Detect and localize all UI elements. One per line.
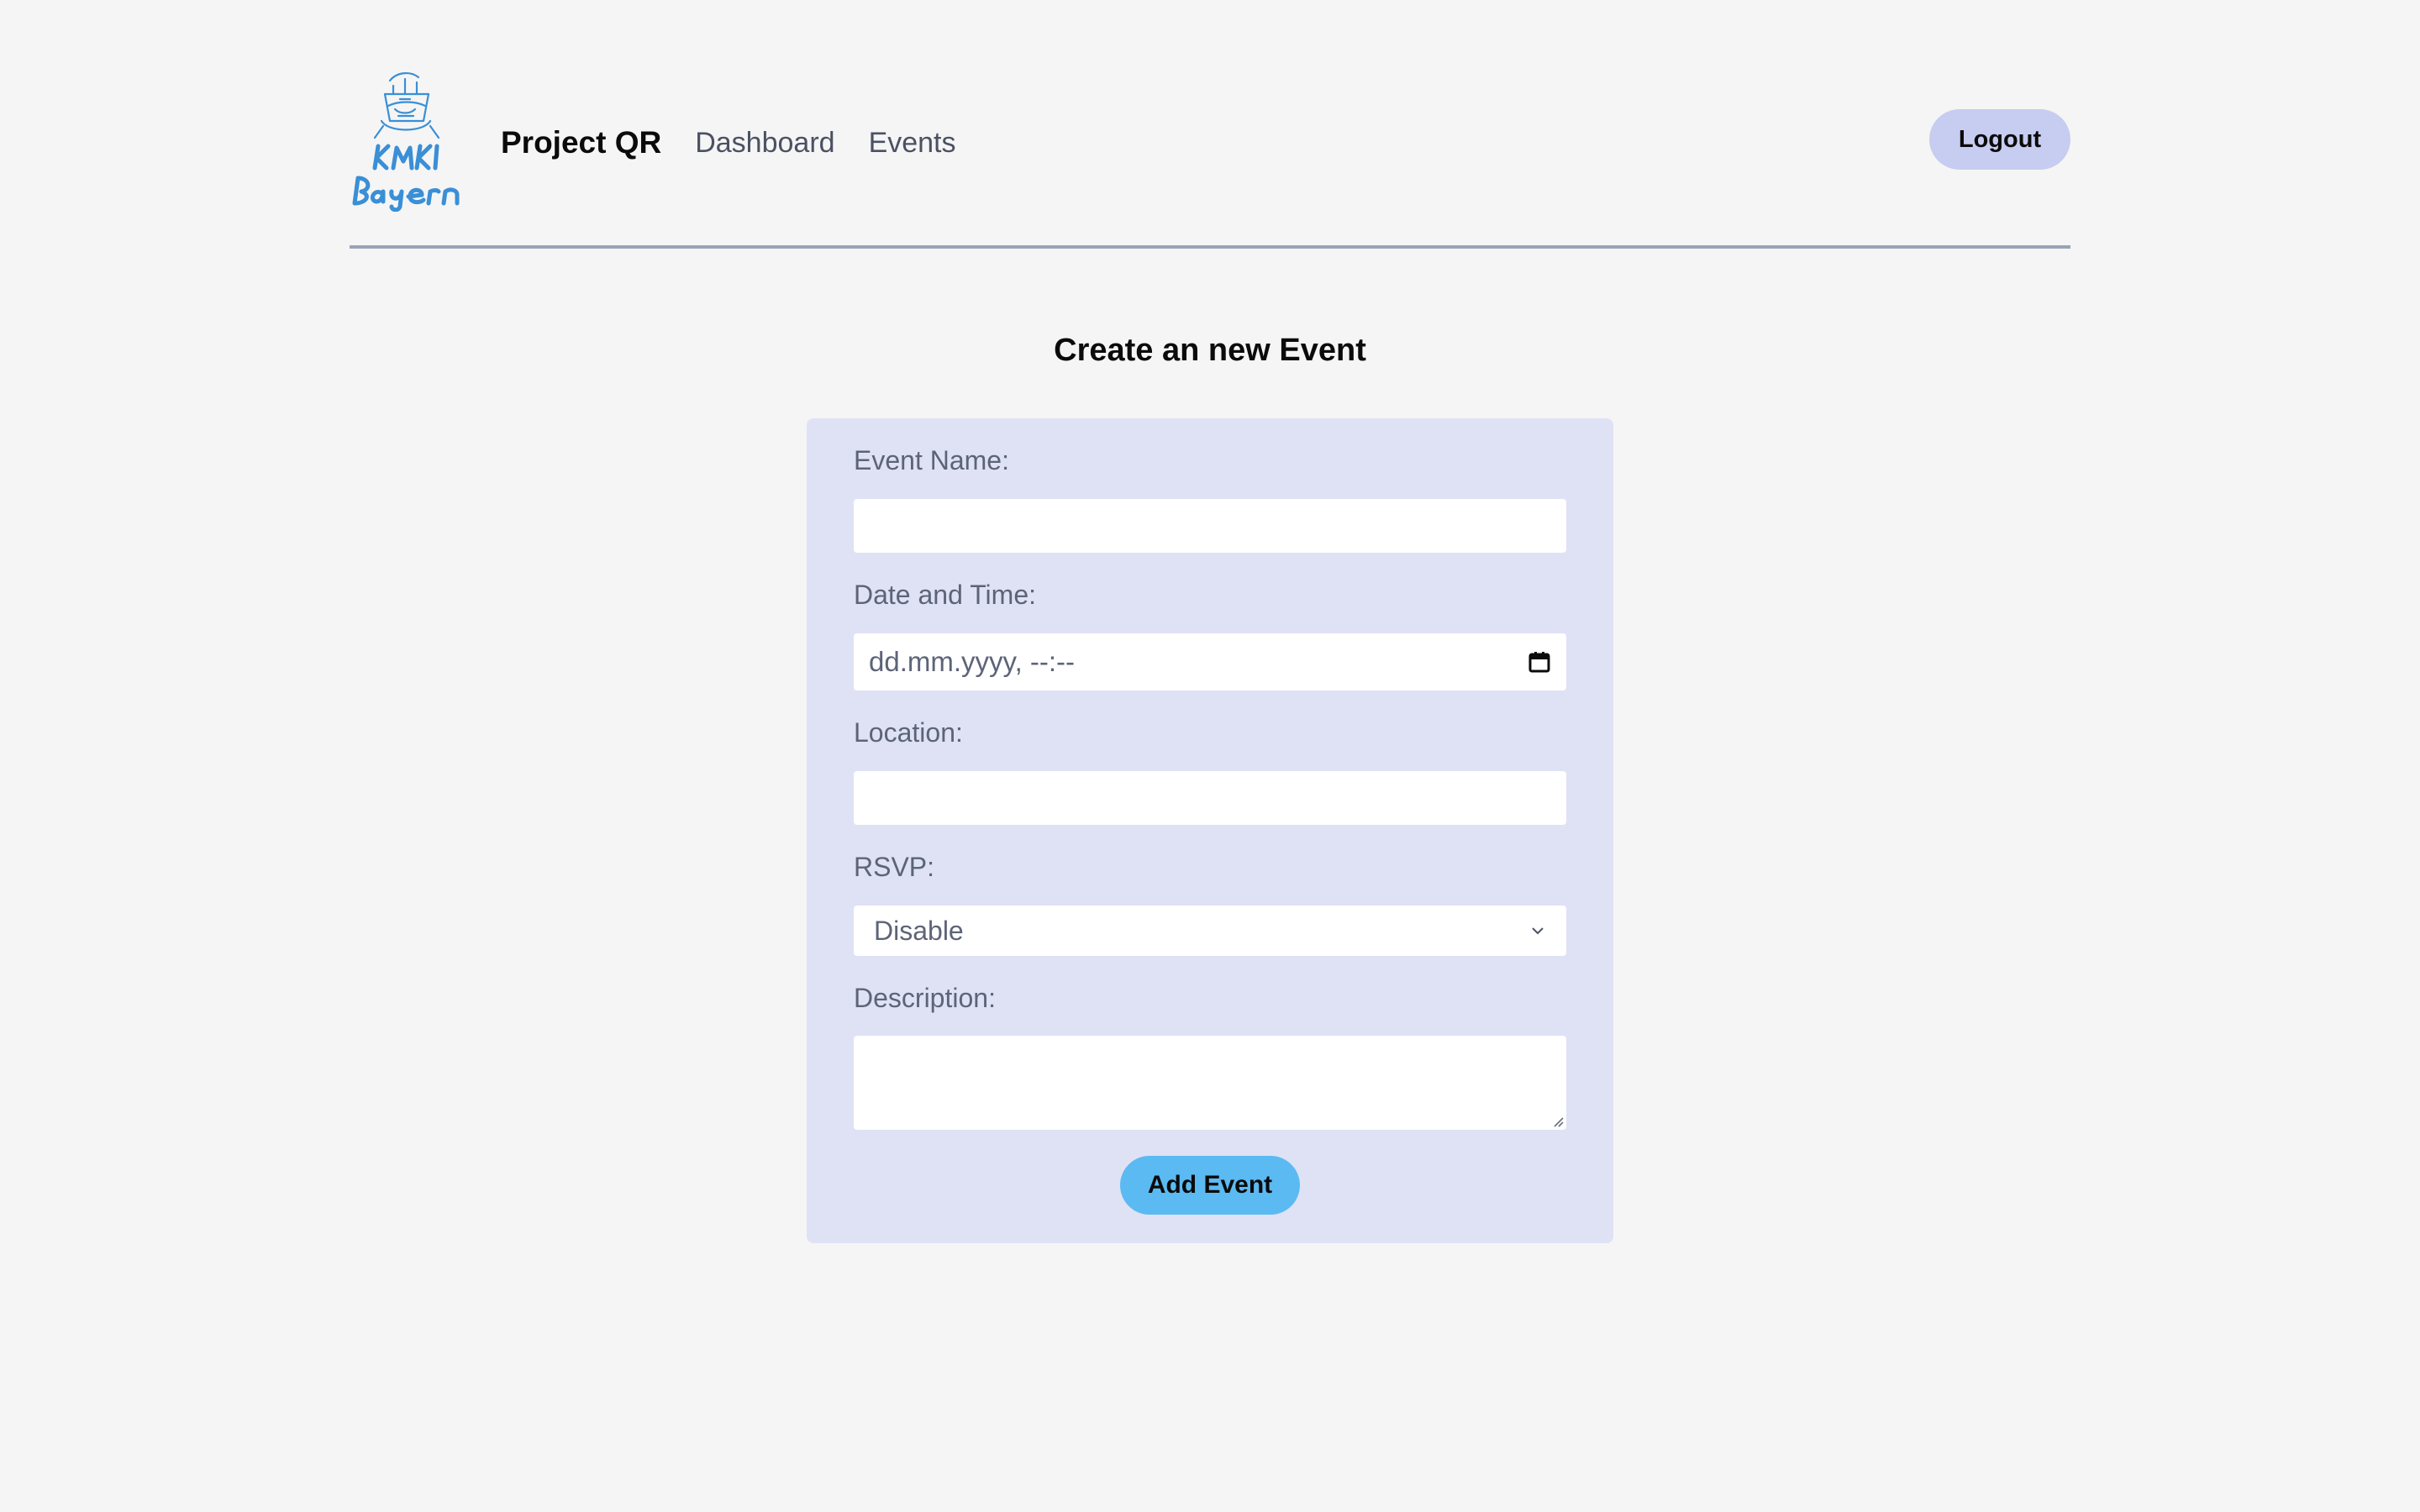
page: Project QR Dashboard Events Logout Creat… (0, 0, 2420, 1512)
event-name-input[interactable] (854, 499, 1566, 553)
location-input[interactable] (854, 771, 1566, 825)
description-label: Description: (854, 983, 996, 1013)
datetime-input[interactable]: dd.mm.yyyy, --:-- (854, 633, 1566, 690)
logout-button[interactable]: Logout (1929, 109, 2070, 170)
nav-link-dashboard[interactable]: Dashboard (695, 127, 834, 160)
main-nav: Project QR Dashboard Events (501, 119, 956, 166)
resize-handle-icon[interactable] (1551, 1115, 1565, 1128)
page-title: Create an new Event (1054, 333, 1366, 368)
rsvp-label: RSVP: (854, 852, 935, 882)
calendar-icon[interactable] (1528, 650, 1551, 674)
brand-title[interactable]: Project QR (501, 125, 661, 160)
nav-link-events[interactable]: Events (869, 127, 956, 160)
chevron-down-icon (1529, 922, 1546, 939)
location-label: Location: (854, 717, 963, 748)
event-name-label: Event Name: (854, 445, 1009, 475)
kmki-bayern-logo[interactable] (350, 69, 464, 212)
add-event-button[interactable]: Add Event (1120, 1156, 1300, 1215)
top-navbar: Project QR Dashboard Events Logout (350, 59, 2070, 249)
description-textarea[interactable] (854, 1036, 1566, 1130)
datetime-label: Date and Time: (854, 580, 1036, 610)
rsvp-select[interactable]: Disable (854, 906, 1566, 956)
create-event-form: Event Name: Date and Time: dd.mm.yyyy, -… (807, 418, 1613, 1243)
rsvp-selected-value: Disable (874, 915, 964, 946)
datetime-placeholder: dd.mm.yyyy, --:-- (869, 646, 1076, 677)
